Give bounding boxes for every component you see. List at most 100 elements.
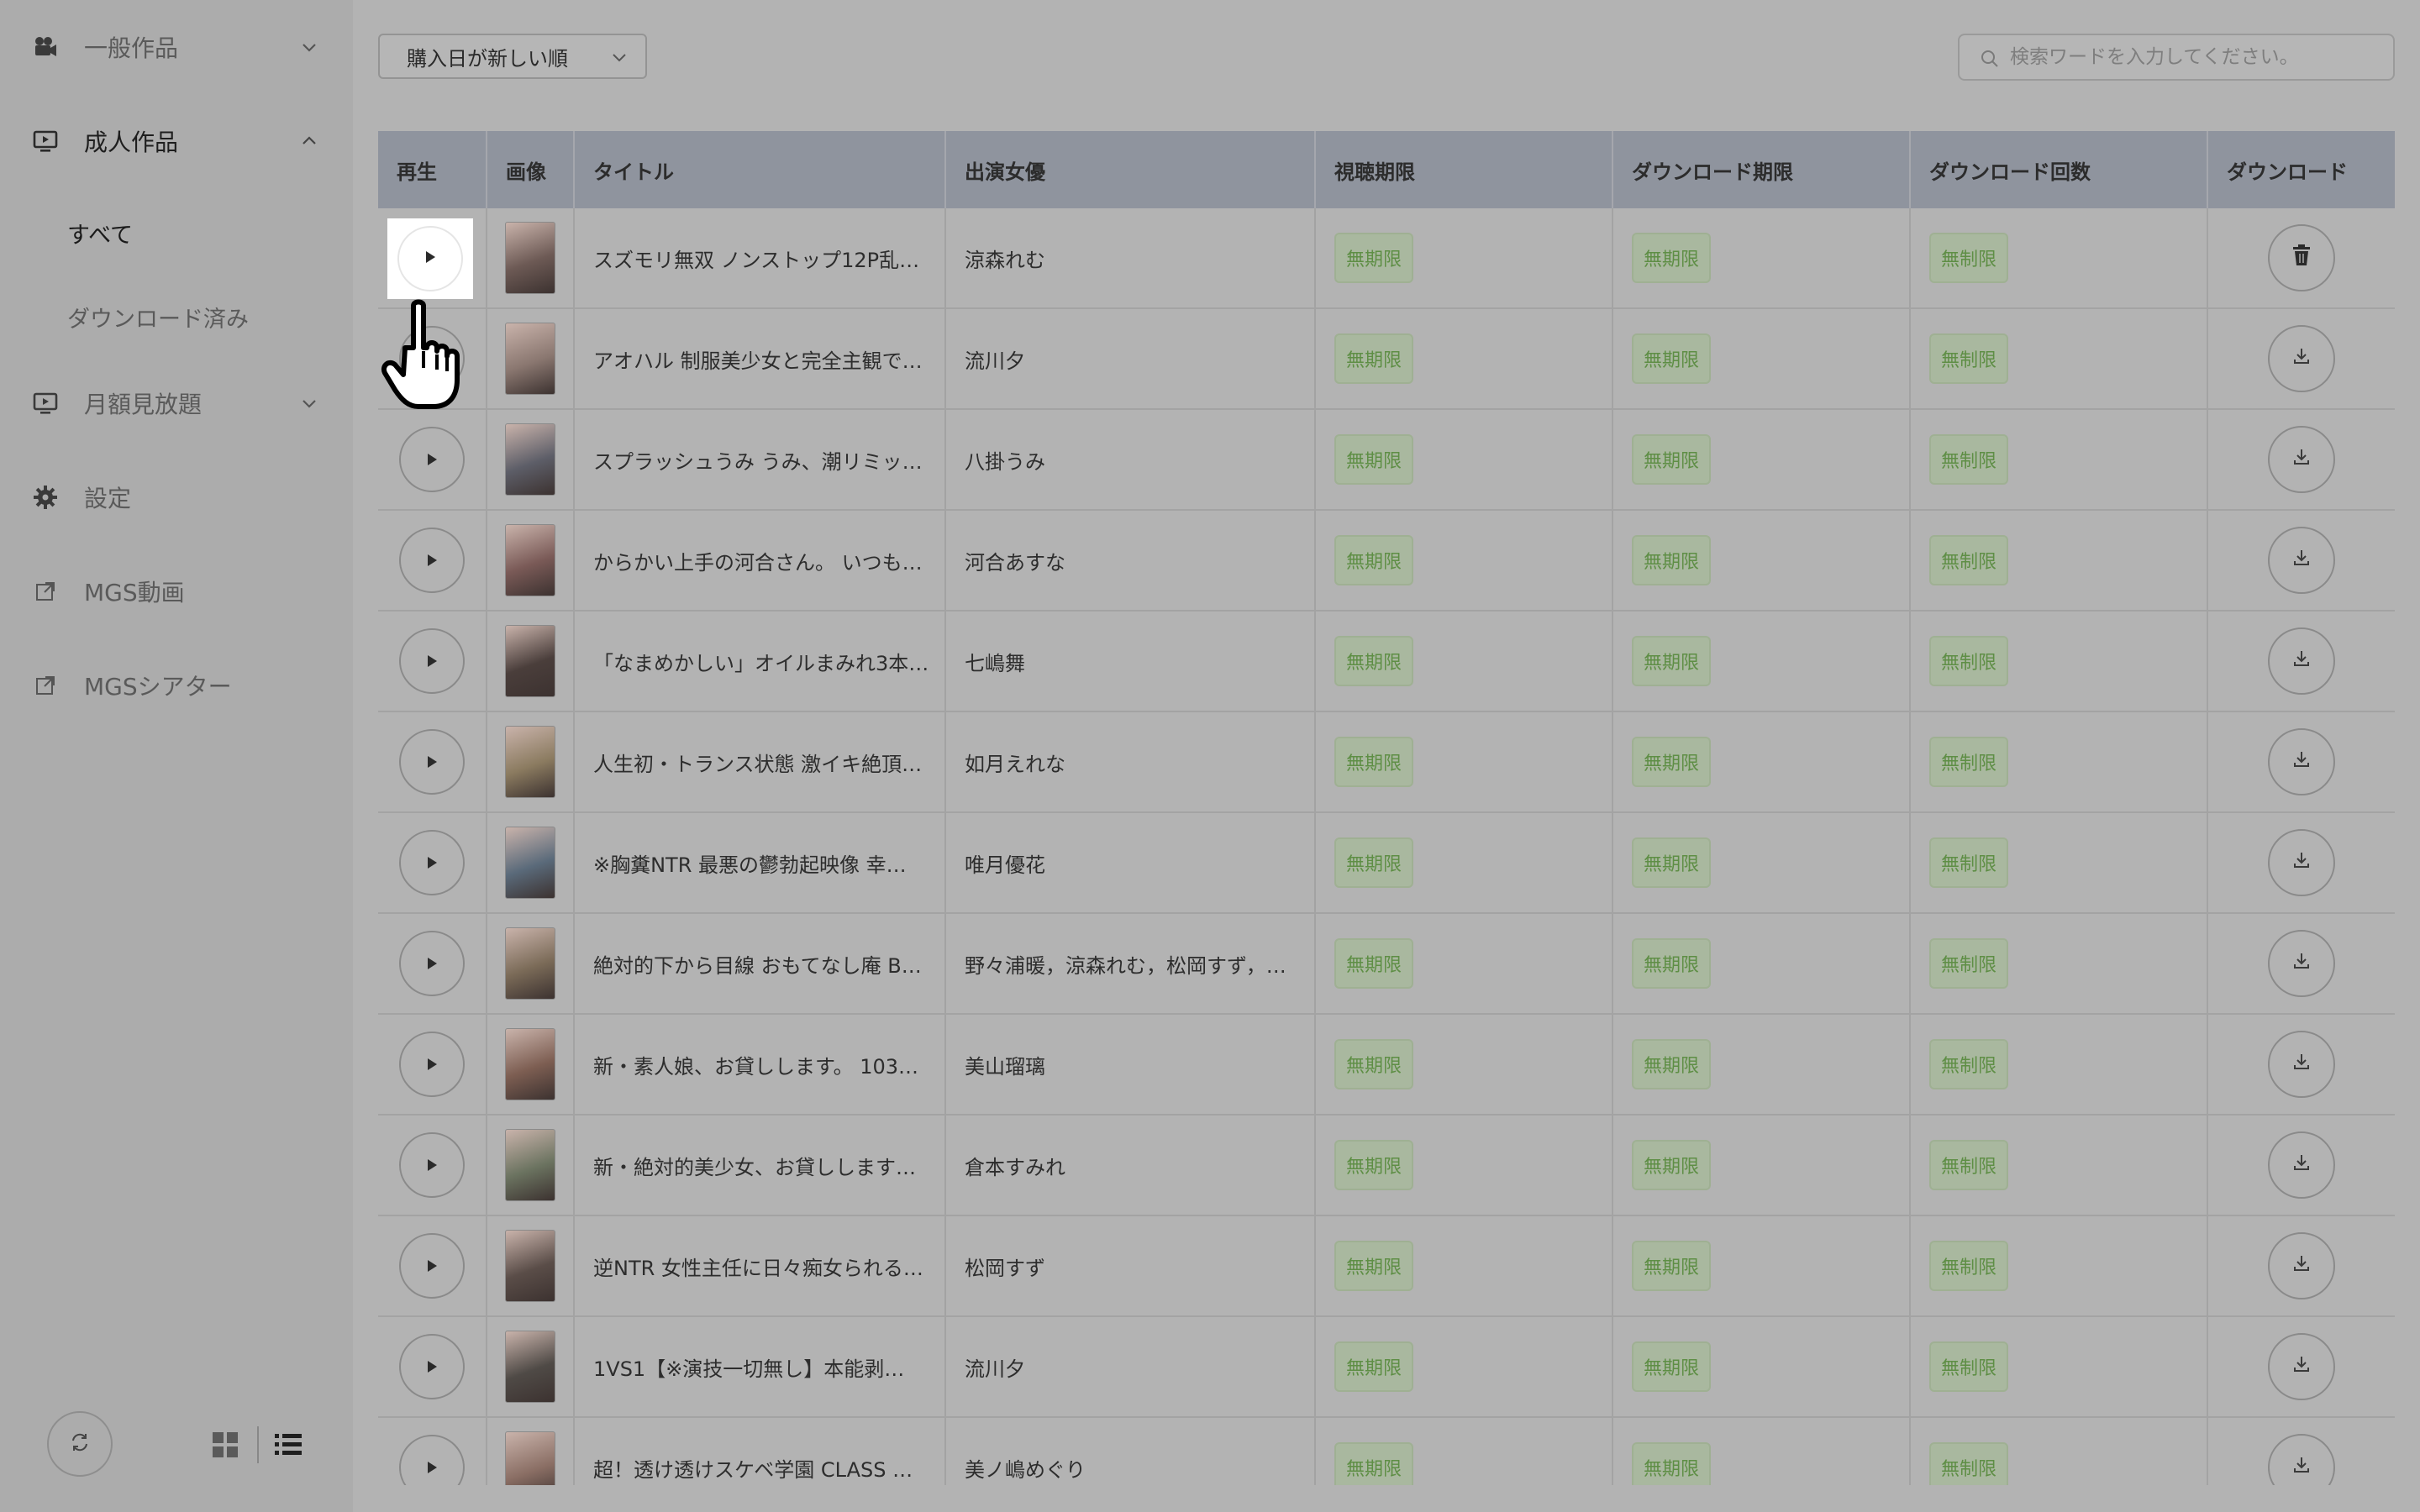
work-title[interactable]: アオハル 制服美少女と完全主観で… (593, 344, 923, 374)
work-title[interactable]: 新・絶対的美少女、お貸しします… (593, 1151, 916, 1180)
nav-mgs-theater[interactable]: MGSシアター (0, 652, 353, 719)
play-button[interactable] (397, 226, 463, 291)
download-button[interactable] (2268, 1333, 2335, 1400)
play-button[interactable] (399, 729, 465, 795)
play-button[interactable] (399, 1032, 465, 1097)
work-title[interactable]: スズモリ無双 ノンストップ12P乱… (593, 244, 919, 273)
download-button[interactable] (2268, 1131, 2335, 1199)
cell-cast: 涼森れむ (946, 208, 1316, 307)
status-badge: 無期限 (1334, 1341, 1413, 1392)
play-icon (424, 250, 436, 267)
download-button[interactable] (2268, 1031, 2335, 1098)
nav-sub-all[interactable]: すべて (67, 217, 133, 249)
search-input[interactable] (2010, 42, 2380, 72)
play-button[interactable] (399, 931, 465, 996)
work-title[interactable]: 新・素人娘、お貸しします。 103… (593, 1050, 918, 1079)
download-button[interactable] (2268, 426, 2335, 493)
cell-view-period: 無期限 (1316, 1317, 1613, 1416)
work-title[interactable]: 絶対的下から目線 おもてなし庵 B… (593, 949, 922, 979)
cover-thumbnail[interactable] (505, 827, 555, 899)
play-button[interactable] (399, 830, 465, 895)
cover-thumbnail[interactable] (505, 1331, 555, 1403)
play-icon (426, 549, 438, 572)
cover-thumbnail[interactable] (505, 323, 555, 395)
search-icon (1980, 49, 2000, 69)
work-title[interactable]: 「なまめかしい」オイルまみれ3本… (593, 647, 929, 676)
cell-download-period: 無期限 (1613, 1216, 1911, 1315)
nav-monthly-unlimited[interactable]: 月額見放題 (0, 370, 353, 437)
cell-view-period: 無期限 (1316, 813, 1613, 912)
download-button[interactable] (2268, 527, 2335, 594)
play-button[interactable] (399, 528, 465, 593)
cast-names: 河合あすな (965, 550, 1065, 575)
download-button[interactable] (2268, 325, 2335, 392)
download-button[interactable] (2268, 930, 2335, 997)
table-row: 人生初・トランス状態 激イキ絶頂… 如月えれな 無期限 無期限 無制限 (378, 712, 2395, 813)
work-title[interactable]: スプラッシュうみ うみ、潮リミッ… (593, 445, 923, 475)
nav-mgs-video[interactable]: MGS動画 (0, 558, 353, 625)
work-title[interactable]: 逆NTR 女性主任に日々痴女られる… (593, 1252, 923, 1281)
download-button[interactable] (2268, 728, 2335, 795)
download-button[interactable] (2268, 1434, 2335, 1485)
play-button[interactable] (399, 1132, 465, 1198)
cover-thumbnail[interactable] (505, 524, 555, 596)
cell-title: ※胸糞NTR 最悪の鬱勃起映像 幸… (575, 813, 946, 912)
download-icon (2291, 749, 2312, 774)
download-icon (2291, 447, 2312, 472)
play-button[interactable] (399, 1334, 465, 1399)
nav-general-works[interactable]: 一般作品 (0, 13, 353, 81)
status-badge: 無期限 (1334, 535, 1413, 585)
play-button[interactable] (399, 427, 465, 492)
work-title[interactable]: からかい上手の河合さん。 いつも… (593, 546, 923, 575)
column-header-title: タイトル (575, 131, 946, 208)
download-button[interactable] (2268, 627, 2335, 695)
cell-cast: 流川夕 (946, 309, 1316, 408)
grid-view-icon[interactable] (212, 1431, 239, 1458)
nav-sub-downloaded[interactable]: ダウンロード済み (67, 301, 249, 333)
refresh-button[interactable] (47, 1411, 113, 1477)
cell-image (487, 1418, 575, 1485)
cover-thumbnail[interactable] (505, 423, 555, 496)
cover-thumbnail[interactable] (505, 1129, 555, 1201)
download-button[interactable] (2268, 829, 2335, 896)
gear-icon (32, 484, 59, 511)
nav-adult-works[interactable]: 成人作品 (0, 108, 353, 175)
cover-thumbnail[interactable] (505, 1431, 555, 1485)
cover-thumbnail[interactable] (505, 726, 555, 798)
chevron-up-icon (299, 131, 319, 151)
download-button[interactable] (2268, 1232, 2335, 1299)
status-badge: 無期限 (1632, 737, 1711, 787)
play-button-highlighted[interactable] (387, 218, 473, 299)
nav-label: 一般作品 (84, 34, 179, 62)
work-title[interactable]: ※胸糞NTR 最悪の鬱勃起映像 幸… (593, 848, 907, 878)
table-row: 新・絶対的美少女、お貸しします… 倉本すみれ 無期限 無期限 無制限 (378, 1116, 2395, 1216)
cover-thumbnail[interactable] (505, 1028, 555, 1100)
search-box[interactable] (1958, 34, 2395, 81)
play-icon (426, 851, 438, 874)
sort-select[interactable]: 購入日が新しい順 (378, 34, 647, 79)
cover-thumbnail[interactable] (505, 1230, 555, 1302)
work-title[interactable]: 1VS1【※演技一切無し】本能剥… (593, 1352, 904, 1382)
nav-settings[interactable]: 設定 (0, 464, 353, 531)
purchases-table: 再生 画像 タイトル 出演女優 視聴期限 ダウンロード期限 ダウンロード回数 ダ… (378, 131, 2395, 1485)
status-badge: 無期限 (1632, 1241, 1711, 1291)
status-badge: 無期限 (1632, 1442, 1711, 1485)
work-title[interactable]: 人生初・トランス状態 激イキ絶頂… (593, 748, 922, 777)
cell-title: 「なまめかしい」オイルまみれ3本… (575, 612, 946, 711)
work-title[interactable]: 超！透け透けスケベ学園 CLASS … (593, 1453, 913, 1483)
cover-thumbnail[interactable] (505, 927, 555, 1000)
status-badge: 無期限 (1334, 233, 1413, 283)
delete-button[interactable] (2268, 224, 2335, 291)
list-view-icon[interactable] (274, 1431, 302, 1458)
cell-image (487, 410, 575, 509)
play-button[interactable] (399, 1233, 465, 1299)
cover-thumbnail[interactable] (505, 222, 555, 294)
play-button[interactable] (399, 1435, 465, 1485)
play-button[interactable] (399, 628, 465, 694)
cover-thumbnail[interactable] (505, 625, 555, 697)
column-header-download-period: ダウンロード期限 (1613, 131, 1911, 208)
cell-download-count: 無制限 (1911, 309, 2208, 408)
cell-play (378, 410, 487, 509)
cell-view-period: 無期限 (1316, 1116, 1613, 1215)
status-badge: 無制限 (1929, 434, 2008, 485)
